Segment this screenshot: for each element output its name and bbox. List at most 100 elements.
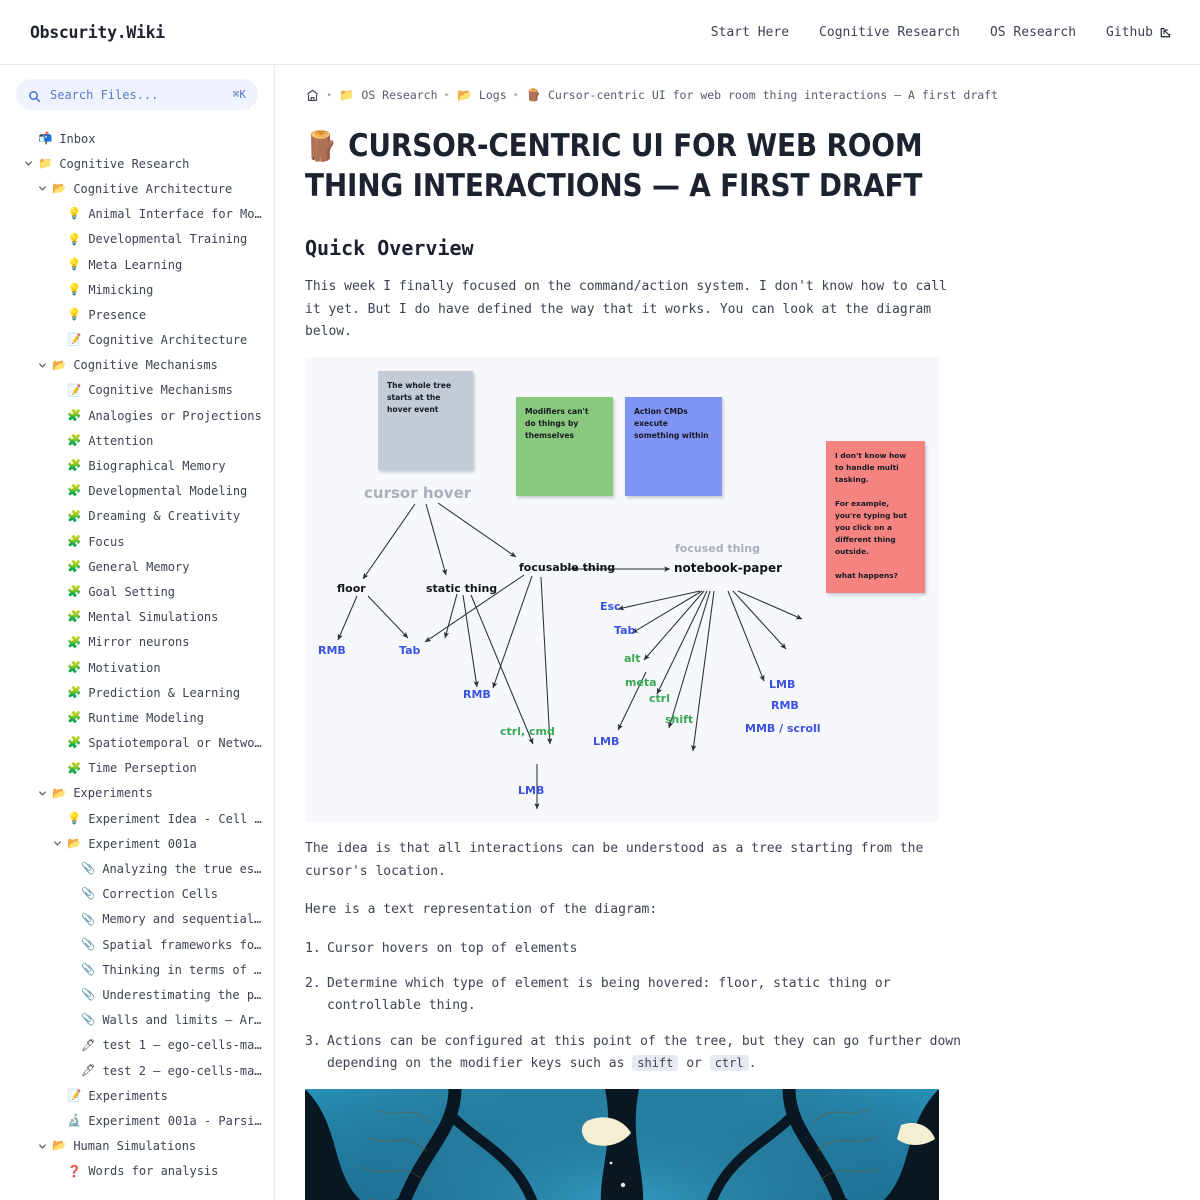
sidebar-item-spatial-frameworks-fo[interactable]: 📎 Spatial frameworks fo… bbox=[0, 932, 274, 957]
node-cursor-hover: cursor hover bbox=[364, 484, 472, 502]
sidebar-item-label: Time Perseption bbox=[88, 761, 197, 776]
item-emoji-icon: 🧩 bbox=[67, 433, 82, 448]
sidebar-item-label: Mimicking bbox=[88, 282, 154, 297]
item-emoji-icon: 📂 bbox=[52, 181, 67, 196]
sidebar-item-cognitive-architecture[interactable]: 📂 Cognitive Architecture bbox=[0, 176, 274, 201]
site-brand[interactable]: Obscurity.Wiki bbox=[30, 23, 165, 42]
sidebar-item-analogies-or-projections[interactable]: 🧩 Analogies or Projections bbox=[0, 403, 274, 428]
sidebar-item-cognitive-architecture[interactable]: 📝 Cognitive Architecture bbox=[0, 328, 274, 353]
paragraph-intro: This week I finally focused on the comma… bbox=[305, 279, 947, 340]
sidebar-item-experiment-idea-cell[interactable]: 💡 Experiment Idea - Cell … bbox=[0, 806, 274, 831]
nav-link-cognitive-research[interactable]: Cognitive Research bbox=[819, 25, 960, 40]
sidebar-item-label: Analogies or Projections bbox=[88, 408, 262, 423]
node-notebook-paper: notebook-paper bbox=[674, 561, 782, 575]
sidebar-item-label: Memory and sequential… bbox=[102, 912, 262, 927]
node-shift: shift bbox=[665, 713, 693, 726]
steps-list: Cursor hovers on top of elements Determi… bbox=[305, 938, 965, 1076]
nav-link-os-research[interactable]: OS Research bbox=[990, 25, 1076, 40]
item-emoji-icon: 📝 bbox=[67, 382, 82, 397]
sidebar-item-label: Runtime Modeling bbox=[88, 710, 204, 725]
sidebar-item-test-2-ego-cells-ma[interactable]: 🖊 test 2 — ego-cells-ma… bbox=[0, 1058, 274, 1083]
sidebar-item-correction-cells[interactable]: 📎 Correction Cells bbox=[0, 882, 274, 907]
chevron-down-icon[interactable] bbox=[36, 182, 49, 195]
breadcrumb-separator: ▸ bbox=[327, 90, 333, 100]
sidebar-item-presence[interactable]: 💡 Presence bbox=[0, 302, 274, 327]
sidebar-item-thinking-in-terms-of[interactable]: 📎 Thinking in terms of … bbox=[0, 957, 274, 982]
nav-link-start-here[interactable]: Start Here bbox=[711, 25, 789, 40]
search-input[interactable]: Search Files... ⌘K bbox=[16, 79, 258, 110]
diagram-figure: The whole tree starts at the hover event… bbox=[305, 357, 939, 823]
svg-text:tasking.: tasking. bbox=[835, 475, 869, 484]
sidebar-item-experiment-001a[interactable]: 📂 Experiment 001a bbox=[0, 831, 274, 856]
node-alt: alt bbox=[624, 652, 640, 665]
item-emoji-icon: 💡 bbox=[67, 206, 82, 221]
chevron-down-icon[interactable] bbox=[36, 787, 49, 800]
breadcrumb-item-logs[interactable]: Logs bbox=[479, 88, 507, 102]
item-emoji-icon: 💡 bbox=[67, 231, 82, 246]
kbd-ctrl: ctrl bbox=[709, 1054, 749, 1071]
file-sidebar: Search Files... ⌘K 📬 Inbox 📁 Cognitive Rese… bbox=[0, 65, 275, 1200]
step-text-suffix: . bbox=[748, 1055, 757, 1071]
sidebar-item-words-for-analysis[interactable]: ❓ Words for analysis bbox=[0, 1159, 274, 1184]
sidebar-item-motivation[interactable]: 🧩 Motivation bbox=[0, 655, 274, 680]
sidebar-item-label: Cognitive Mechanisms bbox=[73, 358, 218, 373]
sidebar-item-meta-learning[interactable]: 💡 Meta Learning bbox=[0, 252, 274, 277]
sidebar-item-experiments[interactable]: 📂 Experiments bbox=[0, 781, 274, 806]
sidebar-item-cognitive-mechanisms[interactable]: 📂 Cognitive Mechanisms bbox=[0, 353, 274, 378]
sticky-note-green: Modifiers can't do things by themselves bbox=[516, 397, 613, 497]
sidebar-item-mimicking[interactable]: 💡 Mimicking bbox=[0, 277, 274, 302]
sidebar-item-label: Experiments bbox=[88, 1088, 168, 1103]
svg-text:you're typing but: you're typing but bbox=[835, 511, 908, 520]
svg-text:what happens?: what happens? bbox=[835, 571, 898, 580]
item-emoji-icon: 📬 bbox=[38, 130, 53, 145]
sidebar-item-dreaming-creativity[interactable]: 🧩 Dreaming & Creativity bbox=[0, 504, 274, 529]
sidebar-item-label: Goal Setting bbox=[88, 584, 176, 599]
sidebar-item-animal-interface-for-mo[interactable]: 💡 Animal Interface for Mo… bbox=[0, 202, 274, 227]
chevron-down-icon[interactable] bbox=[51, 837, 64, 850]
sidebar-item-cognitive-research[interactable]: 📁 Cognitive Research bbox=[0, 151, 274, 176]
sidebar-item-test-1-ego-cells-ma[interactable]: 🖊 test 1 — ego-cells-ma… bbox=[0, 1033, 274, 1058]
breadcrumb-item-os-research[interactable]: OS Research bbox=[361, 88, 437, 102]
sidebar-item-cognitive-mechanisms[interactable]: 📝 Cognitive Mechanisms bbox=[0, 378, 274, 403]
sidebar-item-mirror-neurons[interactable]: 🧩 Mirror neurons bbox=[0, 630, 274, 655]
sidebar-item-human-simulations[interactable]: 📂 Human Simulations bbox=[0, 1134, 274, 1159]
sidebar-item-time-perseption[interactable]: 🧩 Time Perseption bbox=[0, 756, 274, 781]
svg-text:starts at the: starts at the bbox=[387, 393, 440, 402]
sidebar-item-attention[interactable]: 🧩 Attention bbox=[0, 428, 274, 453]
sidebar-item-memory-and-sequential[interactable]: 📎 Memory and sequential… bbox=[0, 907, 274, 932]
page-title-text: Cursor-centric UI for web room thing int… bbox=[305, 128, 923, 204]
sidebar-item-spatiotemporal-or-netwo[interactable]: 🧩 Spatiotemporal or Netwo… bbox=[0, 731, 274, 756]
sidebar-item-runtime-modeling[interactable]: 🧩 Runtime Modeling bbox=[0, 705, 274, 730]
sidebar-item-experiments[interactable]: 📝 Experiments bbox=[0, 1083, 274, 1108]
chevron-down-icon[interactable] bbox=[36, 359, 49, 372]
sidebar-item-label: Inbox bbox=[59, 131, 96, 146]
item-emoji-icon: 📂 bbox=[52, 357, 67, 372]
sidebar-item-biographical-memory[interactable]: 🧩 Biographical Memory bbox=[0, 453, 274, 478]
sidebar-item-general-memory[interactable]: 🧩 General Memory bbox=[0, 554, 274, 579]
chevron-down-icon[interactable] bbox=[36, 1140, 49, 1153]
chevron-down-icon[interactable] bbox=[22, 157, 35, 170]
sidebar-item-label: test 1 — ego-cells-ma… bbox=[102, 1038, 262, 1053]
home-icon[interactable] bbox=[305, 88, 320, 103]
sidebar-item-goal-setting[interactable]: 🧩 Goal Setting bbox=[0, 579, 274, 604]
item-emoji-icon: 🧩 bbox=[67, 659, 82, 674]
svg-text:do things by: do things by bbox=[525, 419, 578, 428]
diagram-nodes: cursor hover floor static thing focusabl… bbox=[318, 484, 821, 797]
file-tree: 📬 Inbox 📁 Cognitive Research 📂 Cognitive Arch… bbox=[0, 126, 274, 1194]
sidebar-item-developmental-modeling[interactable]: 🧩 Developmental Modeling bbox=[0, 479, 274, 504]
sidebar-item-walls-and-limits-ar[interactable]: 📎 Walls and limits — Ar… bbox=[0, 1008, 274, 1033]
sidebar-item-prediction-learning[interactable]: 🧩 Prediction & Learning bbox=[0, 680, 274, 705]
sidebar-item-experiment-001a-parsi[interactable]: 🔬 Experiment 001a - Parsi… bbox=[0, 1108, 274, 1133]
sidebar-item-inbox[interactable]: 📬 Inbox bbox=[0, 126, 274, 151]
sidebar-item-analyzing-the-true-es[interactable]: 📎 Analyzing the true es… bbox=[0, 856, 274, 881]
sidebar-item-underestimating-the-p[interactable]: 📎 Underestimating the p… bbox=[0, 982, 274, 1007]
item-emoji-icon: 🧩 bbox=[67, 634, 82, 649]
nav-link-github[interactable]: Github bbox=[1106, 25, 1172, 40]
sidebar-item-focus[interactable]: 🧩 Focus bbox=[0, 529, 274, 554]
sidebar-item-label: Cognitive Mechanisms bbox=[88, 383, 233, 398]
sidebar-item-mental-simulations[interactable]: 🧩 Mental Simulations bbox=[0, 605, 274, 630]
sidebar-item-developmental-training[interactable]: 💡 Developmental Training bbox=[0, 227, 274, 252]
item-emoji-icon: 📝 bbox=[67, 1087, 82, 1102]
breadcrumb-icon-os-research: 📁 bbox=[339, 88, 355, 102]
list-item: Determine which type of element is being… bbox=[305, 973, 965, 1018]
